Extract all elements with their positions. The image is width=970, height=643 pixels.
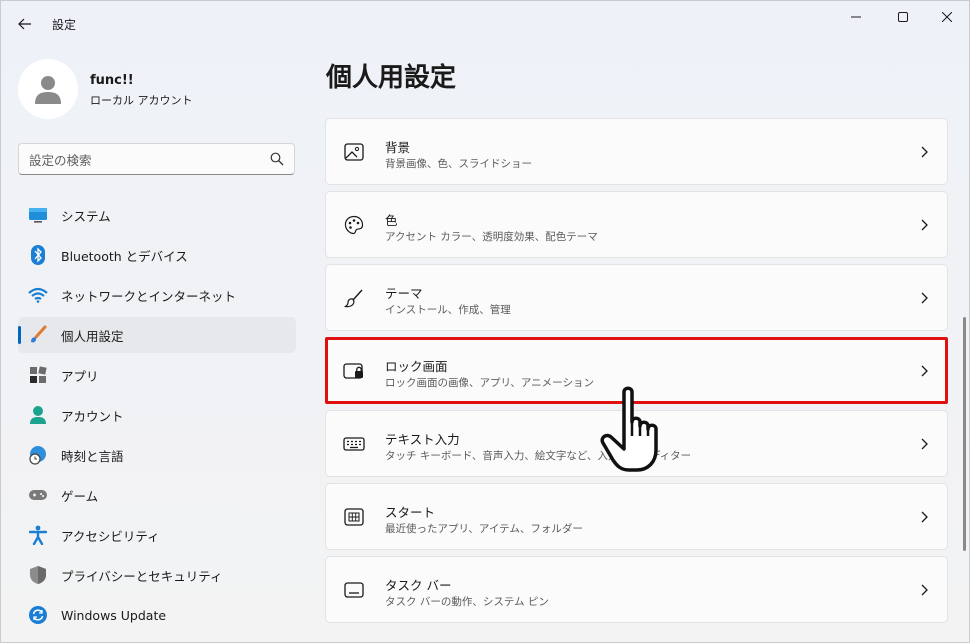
- chevron-right-icon: [921, 365, 928, 377]
- settings-window: 設定 func!! ローカル アカウント システム: [0, 0, 970, 643]
- search-icon[interactable]: [270, 152, 284, 166]
- brush-icon: [343, 288, 365, 308]
- apps-icon: [28, 365, 48, 385]
- scrollbar-thumb[interactable]: [963, 317, 966, 551]
- card-subtitle: タスク バーの動作、システム ピン: [385, 596, 549, 608]
- sidebar-nav: システム Bluetooth とデバイス ネットワークとインターネット 個人用設…: [18, 197, 296, 637]
- back-arrow-icon: [18, 18, 31, 30]
- avatar[interactable]: [18, 59, 78, 119]
- card-title: テキスト入力: [385, 432, 460, 447]
- shield-icon: [28, 565, 48, 585]
- card-title: スタート: [385, 505, 436, 520]
- card-subtitle: 背景画像、色、スライドショー: [385, 158, 532, 170]
- accessibility-icon: [28, 525, 48, 545]
- maximize-icon: [898, 12, 908, 22]
- chevron-right-icon: [921, 146, 928, 158]
- wifi-icon: [28, 285, 48, 305]
- palette-icon: [343, 215, 365, 235]
- sidebar-item-label: ネットワークとインターネット: [61, 288, 237, 304]
- sidebar-item-label: アクセシビリティ: [61, 528, 160, 544]
- image-icon: [343, 142, 365, 162]
- update-icon: [28, 605, 48, 625]
- search-input[interactable]: [29, 150, 259, 170]
- bluetooth-icon: [28, 245, 48, 265]
- sidebar-item-windows-update[interactable]: Windows Update: [18, 597, 296, 633]
- card-title: 色: [385, 213, 398, 228]
- start-icon: [343, 507, 365, 527]
- card-subtitle: ロック画面の画像、アプリ、アニメーション: [385, 377, 594, 389]
- sidebar-item-gaming[interactable]: ゲーム: [18, 477, 296, 513]
- chevron-right-icon: [921, 511, 928, 523]
- account-type: ローカル アカウント: [90, 94, 193, 107]
- maximize-button[interactable]: [880, 1, 926, 33]
- sidebar-item-label: ゲーム: [61, 488, 99, 504]
- sidebar-item-bluetooth[interactable]: Bluetooth とデバイス: [18, 237, 296, 273]
- sidebar-item-personalization[interactable]: 個人用設定: [18, 317, 296, 353]
- sidebar-item-label: プライバシーとセキュリティ: [61, 568, 223, 584]
- sidebar-item-label: アプリ: [61, 368, 99, 384]
- hand-pointer-icon: [600, 386, 658, 472]
- sidebar-item-label: アカウント: [61, 408, 124, 424]
- sidebar-item-label: Bluetooth とデバイス: [61, 248, 188, 264]
- person-icon: [35, 76, 61, 104]
- sidebar-item-apps[interactable]: アプリ: [18, 357, 296, 393]
- card-subtitle: アクセント カラー、透明度効果、配色テーマ: [385, 231, 598, 243]
- chevron-right-icon: [921, 584, 928, 596]
- back-button[interactable]: [13, 12, 37, 36]
- card-title: テーマ: [385, 286, 423, 301]
- close-icon: [942, 12, 952, 22]
- sidebar-item-privacy[interactable]: プライバシーとセキュリティ: [18, 557, 296, 593]
- globe-clock-icon: [28, 445, 48, 465]
- card-taskbar[interactable]: タスク バー タスク バーの動作、システム ピン: [325, 556, 948, 623]
- chevron-right-icon: [921, 292, 928, 304]
- sidebar-item-label: 時刻と言語: [61, 448, 124, 464]
- minimize-button[interactable]: [833, 1, 879, 33]
- card-background[interactable]: 背景 背景画像、色、スライドショー: [325, 118, 948, 185]
- card-colors[interactable]: 色 アクセント カラー、透明度効果、配色テーマ: [325, 191, 948, 258]
- card-title: ロック画面: [385, 359, 448, 374]
- sidebar-item-system[interactable]: システム: [18, 197, 296, 233]
- gamepad-icon: [28, 485, 48, 505]
- sidebar-item-accessibility[interactable]: アクセシビリティ: [18, 517, 296, 553]
- person-icon: [28, 405, 48, 425]
- chevron-right-icon: [921, 219, 928, 231]
- monitor-icon: [28, 205, 48, 225]
- chevron-right-icon: [921, 438, 928, 450]
- sidebar-item-label: システム: [61, 208, 111, 224]
- sidebar-item-label: Windows Update: [61, 607, 167, 623]
- card-title: タスク バー: [385, 578, 452, 593]
- card-themes[interactable]: テーマ インストール、作成、管理: [325, 264, 948, 331]
- search-box[interactable]: [18, 143, 295, 175]
- taskbar-icon: [343, 580, 365, 600]
- lock-screen-icon: [343, 361, 365, 381]
- sidebar-item-label: 個人用設定: [61, 328, 124, 344]
- minimize-icon: [851, 16, 861, 18]
- card-title: 背景: [385, 140, 411, 155]
- card-subtitle: 最近使ったアプリ、アイテム、フォルダー: [385, 523, 583, 535]
- sidebar-item-accounts[interactable]: アカウント: [18, 397, 296, 433]
- brush-icon: [28, 325, 48, 345]
- sidebar-item-network[interactable]: ネットワークとインターネット: [18, 277, 296, 313]
- app-title: 設定: [52, 18, 77, 32]
- user-name: func!!: [90, 73, 134, 88]
- close-button[interactable]: [924, 1, 970, 33]
- page-title: 個人用設定: [326, 63, 457, 93]
- settings-list: 背景 背景画像、色、スライドショー 色 アクセント カラー、透明度効果、配色テー…: [325, 118, 948, 629]
- card-subtitle: インストール、作成、管理: [385, 304, 511, 316]
- keyboard-icon: [343, 434, 365, 454]
- card-start[interactable]: スタート 最近使ったアプリ、アイテム、フォルダー: [325, 483, 948, 550]
- sidebar-item-time-language[interactable]: 時刻と言語: [18, 437, 296, 473]
- title-bar: 設定: [1, 1, 969, 47]
